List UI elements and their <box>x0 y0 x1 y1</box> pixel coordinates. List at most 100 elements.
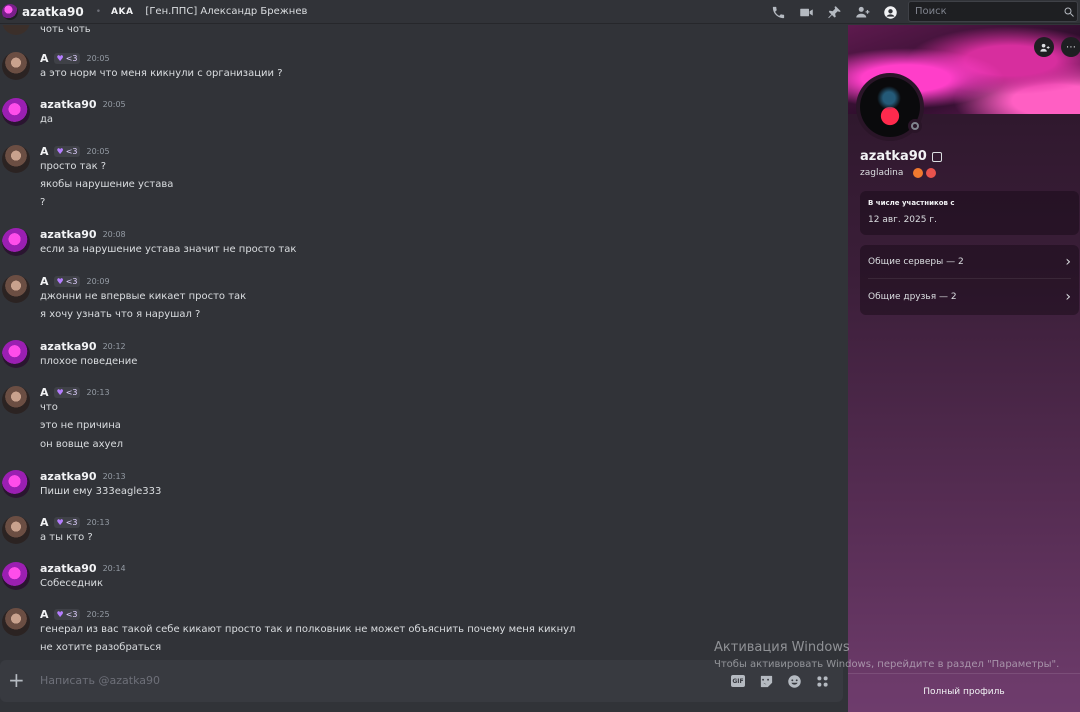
phone-icon[interactable] <box>764 2 792 22</box>
profile-avatar[interactable] <box>856 73 924 141</box>
avatar[interactable] <box>2 98 30 126</box>
author-name[interactable]: azatka90 <box>40 340 97 353</box>
guild-badge: ♥ <3 <box>53 387 81 398</box>
video-icon[interactable] <box>792 2 820 22</box>
plus-icon[interactable]: + <box>8 670 25 690</box>
mutual-servers-row[interactable]: Общие серверы — 2 › <box>868 245 1071 279</box>
windows-activation-title: Активация Windows <box>714 640 850 655</box>
timestamp: 20:13 <box>86 388 110 397</box>
avatar[interactable] <box>2 145 30 173</box>
avatar[interactable] <box>2 25 30 35</box>
guild-badge: ♥ <3 <box>53 276 81 287</box>
avatar[interactable] <box>2 275 30 303</box>
avatar[interactable] <box>2 608 30 636</box>
badge-icon[interactable] <box>913 168 924 178</box>
more-options-button[interactable]: ⋯ <box>1061 37 1080 57</box>
message-text: это не причина <box>40 420 121 431</box>
windows-activation-subtitle: Чтобы активировать Windows, перейдите в … <box>714 659 1060 670</box>
timestamp: 20:09 <box>86 277 110 286</box>
mutuals-card: Общие серверы — 2 › Общие друзья — 2 › <box>860 245 1079 315</box>
chevron-right-icon: › <box>1065 253 1071 270</box>
timestamp: 20:05 <box>86 54 110 63</box>
message-text: а ты кто ? <box>40 532 93 543</box>
guild-title: [Ген.ППС] Александр Брежнев <box>145 6 308 17</box>
author-name[interactable]: A <box>40 608 49 621</box>
mutual-friends-label: Общие друзья — 2 <box>868 292 957 302</box>
message-text: да <box>40 114 54 125</box>
chevron-right-icon: › <box>1065 289 1071 305</box>
avatar[interactable] <box>2 228 30 256</box>
heart-icon: ♥ <box>56 277 64 286</box>
message-text: я хочу узнать что я нарушал ? <box>40 309 201 320</box>
composer-actions: GIF <box>728 672 832 690</box>
author-name[interactable]: A <box>40 145 49 158</box>
mutual-friends-row[interactable]: Общие друзья — 2 › <box>868 280 1071 314</box>
add-friend-icon[interactable] <box>848 2 876 22</box>
apps-icon[interactable] <box>812 672 832 690</box>
message-text: что <box>40 402 58 413</box>
search-placeholder: Поиск <box>915 6 947 17</box>
heart-icon: ♥ <box>56 610 64 619</box>
author-name[interactable]: azatka90 <box>40 98 97 111</box>
author-name[interactable]: A <box>40 386 49 399</box>
avatar[interactable] <box>2 52 30 80</box>
author-name[interactable]: A <box>40 516 49 529</box>
gif-icon[interactable]: GIF <box>728 672 748 690</box>
message-input[interactable]: Написать @azatka90 <box>40 674 160 687</box>
badge-icon[interactable] <box>926 168 937 178</box>
avatar[interactable] <box>2 470 30 498</box>
more-icon: ⋯ <box>1066 41 1076 53</box>
user-profile-panel: ⋯ azatka90 zagladina В числе участников … <box>848 25 1080 712</box>
message-text: если за нарушение устава значит не прост… <box>40 244 297 255</box>
avatar[interactable] <box>2 562 30 590</box>
search-icon <box>1064 7 1074 17</box>
message-text: ? <box>40 197 46 208</box>
message-text: генерал из вас такой себе кикают просто … <box>40 624 576 635</box>
dm-user-avatar[interactable] <box>2 3 18 20</box>
message-text: просто так ? <box>40 161 107 172</box>
avatar[interactable] <box>2 340 30 368</box>
add-friend-icon <box>1039 43 1050 52</box>
clan-tag[interactable]: AKA <box>111 7 133 17</box>
note-icon[interactable] <box>931 151 942 162</box>
handle-text: zagladina <box>860 168 904 178</box>
full-profile-button[interactable]: Полный профиль <box>848 673 1080 709</box>
message-text: якобы нарушение устава <box>40 179 174 190</box>
member-since-label: В числе участников с <box>868 199 955 207</box>
author-name[interactable]: azatka90 <box>40 470 97 483</box>
dm-username[interactable]: azatka90 <box>22 5 84 19</box>
user-profile-icon[interactable] <box>876 2 904 22</box>
sticker-icon[interactable] <box>756 672 776 690</box>
message-text: не хотите разобраться <box>40 642 162 653</box>
top-bar: azatka90 • AKA [Ген.ППС] Александр Брежн… <box>0 0 1080 24</box>
profile-handle: zagladina <box>860 168 937 178</box>
display-name-text: azatka90 <box>860 149 927 164</box>
message-text: он вовще ахуел <box>40 439 123 450</box>
message-list[interactable]: чоть чоть A ♥ <3 20:05 а это норм что мен… <box>0 25 848 660</box>
avatar[interactable] <box>2 386 30 414</box>
add-friend-button[interactable] <box>1034 37 1054 57</box>
timestamp: 20:13 <box>102 472 126 481</box>
author-name[interactable]: A <box>40 52 49 65</box>
timestamp: 20:12 <box>102 342 126 351</box>
header-toolbar <box>764 2 904 22</box>
timestamp: 20:05 <box>86 147 110 156</box>
heart-icon: ♥ <box>56 54 64 63</box>
author-name[interactable]: azatka90 <box>40 562 97 575</box>
timestamp: 20:13 <box>86 518 110 527</box>
message-text: Пиши ему 333eagle333 <box>40 486 162 497</box>
guild-badge: ♥ <3 <box>53 53 81 64</box>
author-name[interactable]: A <box>40 275 49 288</box>
member-since-value: 12 авг. 2025 г. <box>868 215 937 225</box>
message-text: плохое поведение <box>40 356 138 367</box>
offline-status-icon <box>908 119 922 133</box>
timestamp: 20:14 <box>102 564 126 573</box>
guild-badge: ♥ <3 <box>53 146 81 157</box>
avatar[interactable] <box>2 516 30 544</box>
search-field[interactable]: Поиск <box>908 1 1078 22</box>
author-name[interactable]: azatka90 <box>40 228 97 241</box>
emoji-icon[interactable] <box>784 672 804 690</box>
pin-icon[interactable] <box>820 2 848 22</box>
heart-icon: ♥ <box>56 388 64 397</box>
timestamp: 20:08 <box>102 230 126 239</box>
